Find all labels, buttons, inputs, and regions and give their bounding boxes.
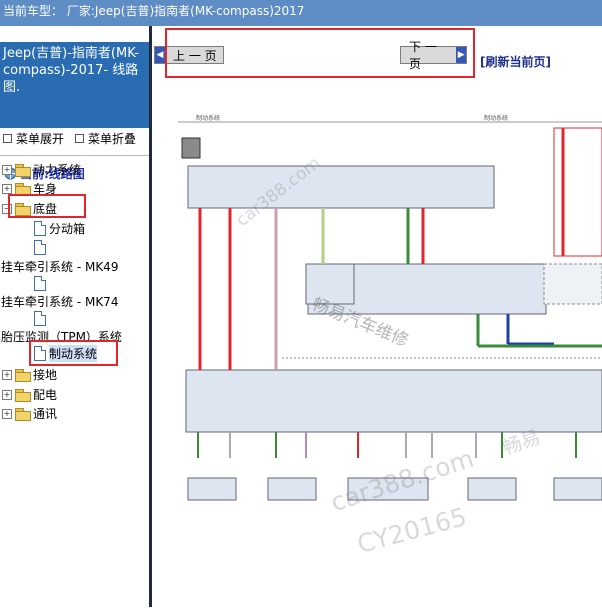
app-title: 当前车型： 厂家:Jeep(吉普)指南者(MK-compass)2017 bbox=[3, 4, 305, 18]
refresh-link[interactable]: [刷新当前页] bbox=[480, 53, 551, 70]
expand-plus-icon[interactable]: + bbox=[2, 389, 12, 400]
document-icon bbox=[34, 276, 46, 291]
expand-all-button[interactable]: 菜单展开 bbox=[3, 130, 64, 147]
document-icon bbox=[34, 311, 46, 326]
module-top bbox=[187, 165, 495, 209]
app-title-bar: 当前车型： 厂家:Jeep(吉普)指南者(MK-compass)2017 bbox=[0, 0, 602, 26]
document-icon bbox=[34, 240, 46, 255]
expand-plus-icon[interactable]: + bbox=[2, 183, 12, 194]
tree-item-powertrain[interactable]: + 动力系统 bbox=[2, 161, 81, 178]
diagram-title-right: 制动系统 bbox=[484, 114, 508, 122]
tree-item-power[interactable]: + 配电 bbox=[2, 386, 57, 403]
tree-item-label-text[interactable]: 挂车牵引系统 - MK74 bbox=[1, 293, 118, 310]
sidebar: Jeep(吉普)-指南者(MK-compass)-2017- 线路图. 菜单展开… bbox=[0, 26, 152, 607]
sidebar-heading: Jeep(吉普)-指南者(MK-compass)-2017- 线路图. bbox=[0, 42, 149, 128]
folder-icon bbox=[15, 369, 31, 382]
tree-item-label: 挂车牵引系统 - MK49 bbox=[1, 260, 119, 274]
tree-item-doc[interactable] bbox=[34, 276, 46, 291]
highlight-box bbox=[8, 194, 86, 218]
diagram-title-left: 制动系统 bbox=[196, 114, 220, 122]
menu-controls: 菜单展开 菜单折叠 bbox=[0, 130, 149, 148]
collapse-icon bbox=[75, 134, 84, 143]
tree-item-label: 通讯 bbox=[33, 407, 58, 421]
tree-item-doc[interactable] bbox=[34, 311, 46, 326]
folder-icon bbox=[15, 164, 31, 177]
arrow-left-icon: ◀ bbox=[155, 47, 165, 63]
tree-item-label: 动力系统 bbox=[33, 163, 82, 177]
diagram-viewer: ◀ 上 一 页 下 一 页 ▶ [刷新当前页] 制动系统 制动系统 car388… bbox=[152, 26, 602, 607]
collapse-all-label: 菜单折叠 bbox=[88, 132, 137, 146]
module-dashed bbox=[543, 263, 602, 305]
expand-all-label: 菜单展开 bbox=[16, 132, 65, 146]
tree-item-communication[interactable]: + 通讯 bbox=[2, 405, 57, 422]
tree-item-label: 挂车牵引系统 - MK74 bbox=[1, 295, 119, 309]
tree-item-label: 配电 bbox=[33, 388, 58, 402]
tree-item-label: 分动箱 bbox=[49, 222, 86, 236]
highlight-box bbox=[29, 340, 118, 366]
expand-plus-icon[interactable]: + bbox=[2, 408, 12, 419]
tree-item-transfer-case[interactable]: 分动箱 bbox=[34, 220, 85, 237]
expand-plus-icon[interactable]: + bbox=[2, 164, 12, 175]
expand-icon bbox=[3, 134, 12, 143]
collapse-all-button[interactable]: 菜单折叠 bbox=[75, 130, 136, 147]
folder-icon bbox=[15, 408, 31, 421]
module-cube bbox=[181, 137, 201, 159]
module-bottom bbox=[185, 369, 602, 433]
highlight-box bbox=[165, 28, 475, 78]
expand-plus-icon[interactable]: + bbox=[2, 369, 12, 380]
tree-item-doc[interactable] bbox=[34, 240, 46, 255]
tree-item-ground[interactable]: + 接地 bbox=[2, 366, 57, 383]
folder-icon bbox=[15, 389, 31, 402]
document-icon bbox=[34, 221, 46, 236]
module-right bbox=[553, 127, 602, 257]
folder-icon bbox=[15, 183, 31, 196]
tree-item-label-text[interactable]: 挂车牵引系统 - MK49 bbox=[1, 258, 118, 275]
divider bbox=[0, 155, 149, 156]
tree-item-label: 接地 bbox=[33, 368, 58, 382]
